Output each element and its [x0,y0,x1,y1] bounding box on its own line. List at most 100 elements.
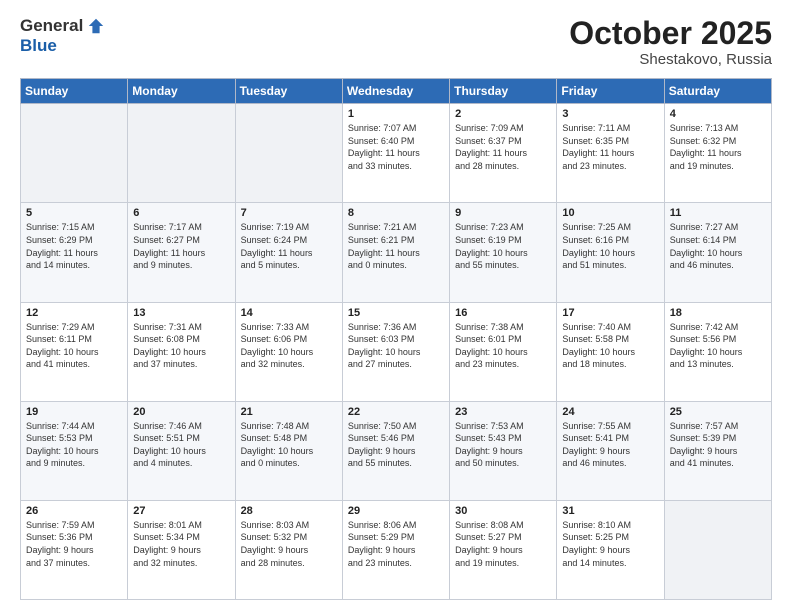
day-number: 21 [241,406,337,418]
day-number: 22 [348,406,444,418]
day-number: 17 [562,307,658,319]
day-info: Sunrise: 7:59 AM Sunset: 5:36 PM Dayligh… [26,519,122,569]
day-number: 29 [348,505,444,517]
day-info: Sunrise: 7:50 AM Sunset: 5:46 PM Dayligh… [348,420,444,470]
header-saturday: Saturday [664,79,771,104]
table-row: 1 Sunrise: 7:07 AM Sunset: 6:40 PM Daylig… [342,104,449,203]
table-row: 27 Sunrise: 8:01 AM Sunset: 5:34 PM Dayli… [128,500,235,599]
table-row: 24 Sunrise: 7:55 AM Sunset: 5:41 PM Dayli… [557,401,664,500]
table-row: 6 Sunrise: 7:17 AM Sunset: 6:27 PM Daylig… [128,203,235,302]
day-number: 11 [670,207,766,219]
week-row-4: 19Sunrise: 7:44 AM Sunset: 5:53 PM Dayli… [21,401,772,500]
table-row: 4 Sunrise: 7:13 AM Sunset: 6:32 PM Daylig… [664,104,771,203]
day-info: Sunrise: 7:17 AM Sunset: 6:27 PM Dayligh… [133,221,229,271]
table-row: 3 Sunrise: 7:11 AM Sunset: 6:35 PM Daylig… [557,104,664,203]
day-info: Sunrise: 7:19 AM Sunset: 6:24 PM Dayligh… [241,221,337,271]
table-row: 7 Sunrise: 7:19 AM Sunset: 6:24 PM Daylig… [235,203,342,302]
day-number: 16 [455,307,551,319]
table-row: 18 Sunrise: 7:42 AM Sunset: 5:56 PM Dayli… [664,302,771,401]
day-number: 14 [241,307,337,319]
week-row-2: 5Sunrise: 7:15 AM Sunset: 6:29 PM Daylig… [21,203,772,302]
title-month: October 2025 [569,16,772,51]
day-number: 4 [670,108,766,120]
table-row [21,104,128,203]
day-info: Sunrise: 7:21 AM Sunset: 6:21 PM Dayligh… [348,221,444,271]
header-friday: Friday [557,79,664,104]
day-number: 18 [670,307,766,319]
logo: General Blue [20,16,105,56]
table-row: 23Sunrise: 7:53 AM Sunset: 5:43 PM Dayli… [450,401,557,500]
calendar-header-row: Sunday Monday Tuesday Wednesday Thursday… [21,79,772,104]
day-number: 28 [241,505,337,517]
table-row: 21 Sunrise: 7:48 AM Sunset: 5:48 PM Dayli… [235,401,342,500]
day-info: Sunrise: 8:10 AM Sunset: 5:25 PM Dayligh… [562,519,658,569]
day-info: Sunrise: 7:42 AM Sunset: 5:56 PM Dayligh… [670,321,766,371]
week-row-3: 12 Sunrise: 7:29 AM Sunset: 6:11 PM Dayli… [21,302,772,401]
day-number: 15 [348,307,444,319]
table-row: 10 Sunrise: 7:25 AM Sunset: 6:16 PM Dayli… [557,203,664,302]
day-number: 30 [455,505,551,517]
day-number: 10 [562,207,658,219]
logo-general: General [20,16,83,36]
calendar-table: Sunday Monday Tuesday Wednesday Thursday… [20,78,772,600]
table-row: 28 Sunrise: 8:03 AM Sunset: 5:32 PM Dayli… [235,500,342,599]
day-info: Sunrise: 8:08 AM Sunset: 5:27 PM Dayligh… [455,519,551,569]
day-number: 31 [562,505,658,517]
day-number: 13 [133,307,229,319]
day-number: 7 [241,207,337,219]
table-row: 25 Sunrise: 7:57 AM Sunset: 5:39 PM Dayli… [664,401,771,500]
table-row: 15 Sunrise: 7:36 AM Sunset: 6:03 PM Dayli… [342,302,449,401]
day-info: Sunrise: 7:27 AM Sunset: 6:14 PM Dayligh… [670,221,766,271]
day-info: Sunrise: 7:53 AM Sunset: 5:43 PM Dayligh… [455,420,551,470]
table-row: 22 Sunrise: 7:50 AM Sunset: 5:46 PM Dayli… [342,401,449,500]
header-monday: Monday [128,79,235,104]
day-info: Sunrise: 7:36 AM Sunset: 6:03 PM Dayligh… [348,321,444,371]
day-info: Sunrise: 7:29 AM Sunset: 6:11 PM Dayligh… [26,321,122,371]
week-row-5: 26Sunrise: 7:59 AM Sunset: 5:36 PM Dayli… [21,500,772,599]
day-info: Sunrise: 8:06 AM Sunset: 5:29 PM Dayligh… [348,519,444,569]
logo-blue: Blue [20,36,57,56]
day-number: 8 [348,207,444,219]
day-number: 3 [562,108,658,120]
day-number: 6 [133,207,229,219]
day-info: Sunrise: 7:31 AM Sunset: 6:08 PM Dayligh… [133,321,229,371]
day-info: Sunrise: 7:33 AM Sunset: 6:06 PM Dayligh… [241,321,337,371]
day-number: 27 [133,505,229,517]
day-info: Sunrise: 7:09 AM Sunset: 6:37 PM Dayligh… [455,122,551,172]
table-row: 12 Sunrise: 7:29 AM Sunset: 6:11 PM Dayli… [21,302,128,401]
table-row: 20Sunrise: 7:46 AM Sunset: 5:51 PM Dayli… [128,401,235,500]
day-info: Sunrise: 7:38 AM Sunset: 6:01 PM Dayligh… [455,321,551,371]
table-row: 16 Sunrise: 7:38 AM Sunset: 6:01 PM Dayli… [450,302,557,401]
day-info: Sunrise: 7:23 AM Sunset: 6:19 PM Dayligh… [455,221,551,271]
table-row [664,500,771,599]
day-info: Sunrise: 7:48 AM Sunset: 5:48 PM Dayligh… [241,420,337,470]
day-number: 24 [562,406,658,418]
day-info: Sunrise: 7:55 AM Sunset: 5:41 PM Dayligh… [562,420,658,470]
day-info: Sunrise: 7:13 AM Sunset: 6:32 PM Dayligh… [670,122,766,172]
header-sunday: Sunday [21,79,128,104]
day-info: Sunrise: 7:07 AM Sunset: 6:40 PM Dayligh… [348,122,444,172]
header: General Blue October 2025 Shestakovo, Ru… [20,16,772,68]
day-info: Sunrise: 8:01 AM Sunset: 5:34 PM Dayligh… [133,519,229,569]
day-info: Sunrise: 7:25 AM Sunset: 6:16 PM Dayligh… [562,221,658,271]
day-number: 2 [455,108,551,120]
table-row: 31 Sunrise: 8:10 AM Sunset: 5:25 PM Dayli… [557,500,664,599]
table-row: 17Sunrise: 7:40 AM Sunset: 5:58 PM Dayli… [557,302,664,401]
week-row-1: 1 Sunrise: 7:07 AM Sunset: 6:40 PM Daylig… [21,104,772,203]
table-row: 30 Sunrise: 8:08 AM Sunset: 5:27 PM Dayli… [450,500,557,599]
day-number: 20 [133,406,229,418]
day-number: 12 [26,307,122,319]
day-number: 25 [670,406,766,418]
day-info: Sunrise: 8:03 AM Sunset: 5:32 PM Dayligh… [241,519,337,569]
title-location: Shestakovo, Russia [569,51,772,68]
header-tuesday: Tuesday [235,79,342,104]
day-info: Sunrise: 7:57 AM Sunset: 5:39 PM Dayligh… [670,420,766,470]
day-number: 1 [348,108,444,120]
day-info: Sunrise: 7:15 AM Sunset: 6:29 PM Dayligh… [26,221,122,271]
table-row: 8 Sunrise: 7:21 AM Sunset: 6:21 PM Daylig… [342,203,449,302]
table-row: 19Sunrise: 7:44 AM Sunset: 5:53 PM Dayli… [21,401,128,500]
table-row: 11 Sunrise: 7:27 AM Sunset: 6:14 PM Dayli… [664,203,771,302]
day-info: Sunrise: 7:11 AM Sunset: 6:35 PM Dayligh… [562,122,658,172]
table-row: 5Sunrise: 7:15 AM Sunset: 6:29 PM Daylig… [21,203,128,302]
page: General Blue October 2025 Shestakovo, Ru… [0,0,792,612]
